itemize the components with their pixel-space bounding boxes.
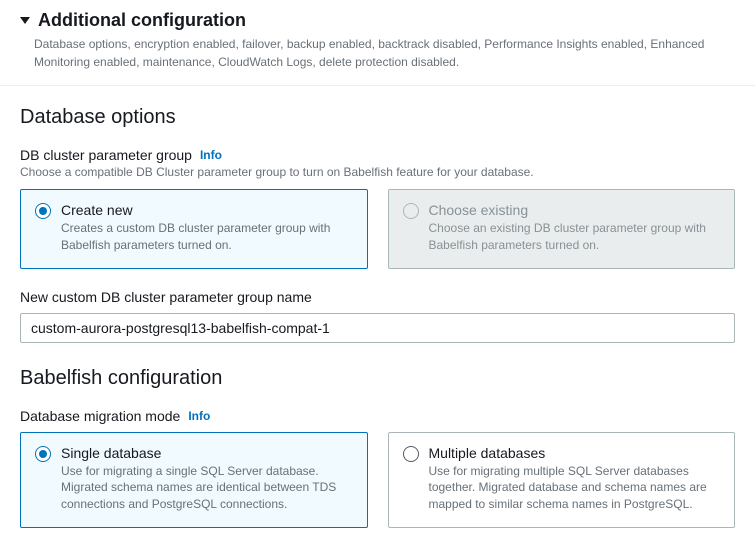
new-group-name-input[interactable]: [20, 313, 735, 343]
babelfish-config-heading: Babelfish configuration: [20, 367, 735, 390]
option-desc: Use for migrating multiple SQL Server da…: [429, 463, 721, 513]
caret-down-icon: [20, 17, 30, 24]
option-title: Single database: [61, 445, 353, 461]
database-options-heading: Database options: [20, 106, 735, 129]
option-title: Choose existing: [429, 202, 721, 218]
radio-icon: [403, 203, 419, 219]
section-title: Additional configuration: [38, 10, 246, 31]
additional-config-header[interactable]: Additional configuration Database option…: [0, 0, 755, 86]
option-desc: Creates a custom DB cluster parameter gr…: [61, 220, 353, 254]
param-group-info-link[interactable]: Info: [200, 148, 222, 162]
migration-mode-info-link[interactable]: Info: [188, 409, 210, 423]
option-title: Multiple databases: [429, 445, 721, 461]
param-group-help: Choose a compatible DB Cluster parameter…: [20, 165, 735, 179]
section-description: Database options, encryption enabled, fa…: [20, 35, 735, 71]
option-desc: Choose an existing DB cluster parameter …: [429, 220, 721, 254]
option-multiple-databases[interactable]: Multiple databases Use for migrating mul…: [388, 432, 736, 528]
option-create-new[interactable]: Create new Creates a custom DB cluster p…: [20, 189, 368, 269]
param-group-label: DB cluster parameter group: [20, 147, 192, 163]
migration-mode-label: Database migration mode: [20, 408, 180, 424]
option-choose-existing: Choose existing Choose an existing DB cl…: [388, 189, 736, 269]
option-title: Create new: [61, 202, 353, 218]
option-single-database[interactable]: Single database Use for migrating a sing…: [20, 432, 368, 528]
content-area: Database options DB cluster parameter gr…: [0, 86, 755, 548]
radio-icon: [35, 446, 51, 462]
option-desc: Use for migrating a single SQL Server da…: [61, 463, 353, 513]
radio-icon: [403, 446, 419, 462]
new-group-name-label: New custom DB cluster parameter group na…: [20, 289, 735, 305]
radio-icon: [35, 203, 51, 219]
